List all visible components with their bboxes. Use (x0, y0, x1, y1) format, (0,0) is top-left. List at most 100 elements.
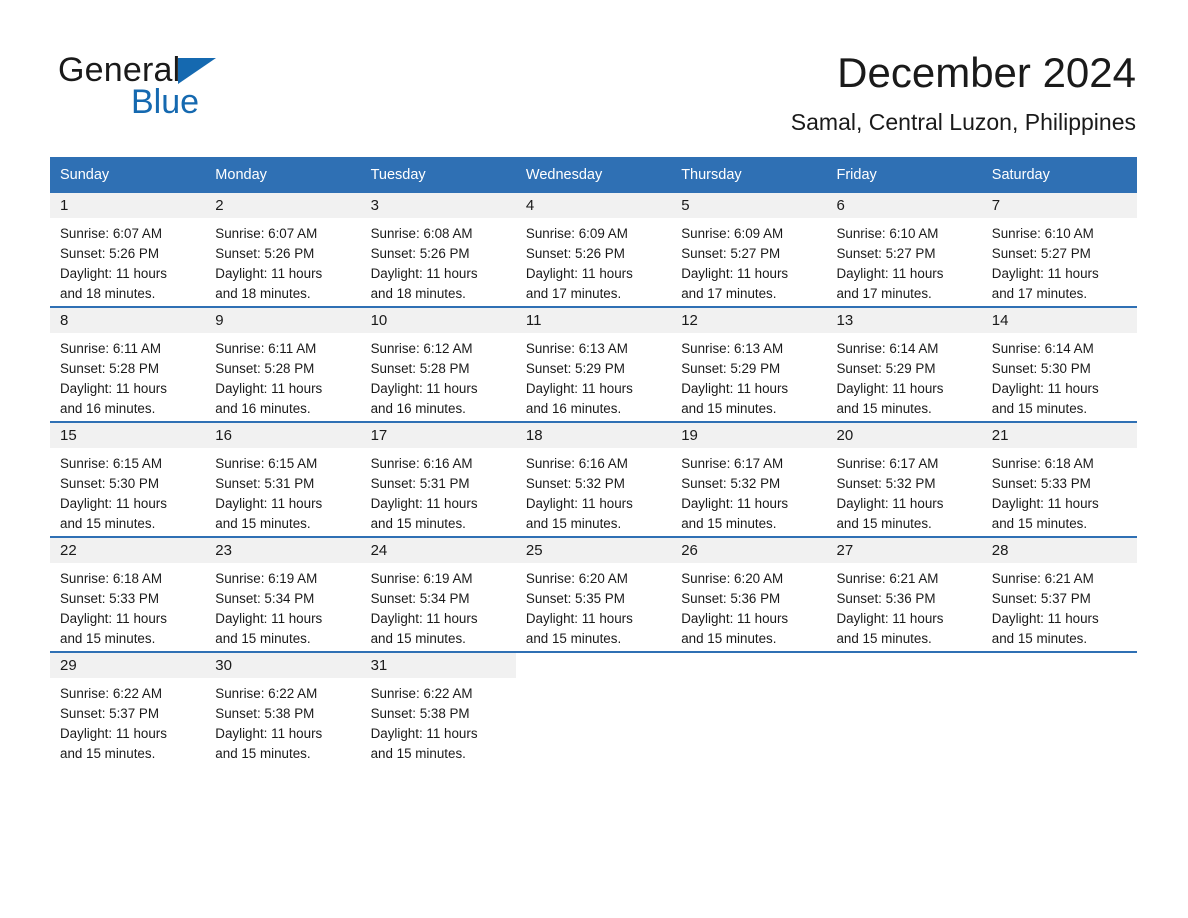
day-cell[interactable]: 30 Sunrise: 6:22 AM Sunset: 5:38 PM Dayl… (205, 651, 361, 766)
day-cell[interactable]: 5 Sunrise: 6:09 AM Sunset: 5:27 PM Dayli… (671, 193, 827, 307)
sunrise-text: Sunrise: 6:22 AM (215, 686, 318, 701)
sunrise-text: Sunrise: 6:10 AM (991, 226, 1094, 241)
day-number: 11 (525, 312, 542, 329)
day-cell[interactable]: 7 Sunrise: 6:10 AM Sunset: 5:27 PM Dayli… (981, 193, 1138, 307)
sunrise-text: Sunrise: 6:18 AM (60, 571, 162, 586)
page-title: December 2024 (837, 49, 1136, 96)
day-cell[interactable]: 4 Sunrise: 6:09 AM Sunset: 5:26 PM Dayli… (515, 193, 672, 307)
day-cell[interactable]: 13 Sunrise: 6:14 AM Sunset: 5:29 PM Dayl… (826, 306, 982, 422)
sunset-text: Sunset: 5:28 PM (215, 361, 315, 376)
sunrise-text: Sunrise: 6:10 AM (836, 226, 939, 241)
daylight-text-line2: and 15 minutes. (836, 631, 932, 646)
weekday-header-tuesday: Tuesday (360, 157, 516, 193)
day-cell[interactable]: 24 Sunrise: 6:19 AM Sunset: 5:34 PM Dayl… (360, 536, 516, 652)
day-cell[interactable]: 18 Sunrise: 6:16 AM Sunset: 5:32 PM Dayl… (515, 421, 672, 537)
day-number: 31 (370, 657, 388, 674)
day-cell[interactable]: 23 Sunrise: 6:19 AM Sunset: 5:34 PM Dayl… (205, 536, 361, 652)
day-cell[interactable]: 3 Sunrise: 6:08 AM Sunset: 5:26 PM Dayli… (360, 193, 516, 307)
weekday-header-saturday: Saturday (981, 157, 1138, 193)
sunset-text: Sunset: 5:26 PM (370, 246, 470, 261)
daylight-text-line1: Daylight: 11 hours (991, 266, 1099, 281)
week-row: 1 Sunrise: 6:07 AM Sunset: 5:26 PM Dayli… (50, 193, 1138, 307)
daylight-text-line1: Daylight: 11 hours (370, 726, 478, 741)
day-cell[interactable]: 25 Sunrise: 6:20 AM Sunset: 5:35 PM Dayl… (515, 536, 672, 652)
sunset-text: Sunset: 5:36 PM (681, 591, 781, 606)
day-number: 3 (370, 197, 379, 214)
sunset-text: Sunset: 5:29 PM (836, 361, 936, 376)
day-number: 13 (836, 312, 854, 329)
sunrise-text: Sunrise: 6:22 AM (370, 686, 473, 701)
daylight-text-line2: and 15 minutes. (681, 516, 777, 531)
day-number: 9 (215, 312, 224, 329)
daylight-text-line1: Daylight: 11 hours (370, 496, 478, 511)
day-number: 24 (370, 542, 388, 559)
day-cell[interactable]: 21 Sunrise: 6:18 AM Sunset: 5:33 PM Dayl… (981, 421, 1138, 537)
daylight-text-line1: Daylight: 11 hours (60, 266, 167, 281)
day-cell[interactable]: 2 Sunrise: 6:07 AM Sunset: 5:26 PM Dayli… (205, 193, 361, 307)
day-number: 5 (681, 197, 690, 214)
day-cell[interactable]: 16 Sunrise: 6:15 AM Sunset: 5:31 PM Dayl… (205, 421, 361, 537)
daylight-text-line2: and 18 minutes. (60, 286, 156, 301)
sunset-text: Sunset: 5:28 PM (60, 361, 159, 376)
sunrise-text: Sunrise: 6:09 AM (525, 226, 628, 241)
day-cell[interactable]: 9 Sunrise: 6:11 AM Sunset: 5:28 PM Dayli… (205, 306, 361, 422)
day-cell[interactable]: 26 Sunrise: 6:20 AM Sunset: 5:36 PM Dayl… (671, 536, 827, 652)
day-cell[interactable]: 31 Sunrise: 6:22 AM Sunset: 5:38 PM Dayl… (360, 651, 516, 766)
sunrise-text: Sunrise: 6:20 AM (525, 571, 628, 586)
daylight-text-line2: and 17 minutes. (836, 286, 932, 301)
day-number: 21 (991, 427, 1009, 444)
day-cell[interactable]: 10 Sunrise: 6:12 AM Sunset: 5:28 PM Dayl… (360, 306, 516, 422)
weekday-header-wednesday: Wednesday (515, 157, 672, 193)
day-cell[interactable]: 29 Sunrise: 6:22 AM Sunset: 5:37 PM Dayl… (50, 651, 206, 766)
day-cell[interactable]: 15 Sunrise: 6:15 AM Sunset: 5:30 PM Dayl… (50, 421, 206, 537)
day-number: 15 (60, 427, 77, 444)
sunrise-text: Sunrise: 6:11 AM (60, 341, 161, 356)
daylight-text-line2: and 16 minutes. (370, 401, 466, 416)
day-number: 7 (991, 197, 1001, 214)
day-cell[interactable]: 20 Sunrise: 6:17 AM Sunset: 5:32 PM Dayl… (826, 421, 982, 537)
day-cell[interactable]: 12 Sunrise: 6:13 AM Sunset: 5:29 PM Dayl… (671, 306, 827, 422)
daylight-text-line1: Daylight: 11 hours (836, 266, 944, 281)
sunrise-text: Sunrise: 6:15 AM (60, 456, 162, 471)
daylight-text-line2: and 16 minutes. (215, 401, 311, 416)
daylight-text-line2: and 15 minutes. (681, 631, 777, 646)
day-cell-empty (981, 651, 1138, 766)
daylight-text-line2: and 15 minutes. (991, 401, 1088, 416)
daylight-text-line1: Daylight: 11 hours (215, 611, 323, 626)
daylight-text-line1: Daylight: 11 hours (681, 266, 789, 281)
sunrise-text: Sunrise: 6:22 AM (60, 686, 162, 701)
day-cell[interactable]: 1 Sunrise: 6:07 AM Sunset: 5:26 PM Dayli… (50, 193, 206, 307)
day-cell-empty (826, 651, 982, 766)
day-cell-empty (515, 651, 672, 766)
title-block: December 2024 Samal, Central Luzon, Phil… (791, 48, 1136, 136)
day-cell[interactable]: 28 Sunrise: 6:21 AM Sunset: 5:37 PM Dayl… (981, 536, 1138, 652)
day-cell[interactable]: 19 Sunrise: 6:17 AM Sunset: 5:32 PM Dayl… (671, 421, 827, 537)
day-number: 20 (836, 427, 854, 444)
day-cell[interactable]: 6 Sunrise: 6:10 AM Sunset: 5:27 PM Dayli… (826, 193, 982, 307)
day-number: 16 (215, 427, 232, 444)
logo-triangle-icon (178, 58, 217, 84)
sunrise-text: Sunrise: 6:16 AM (370, 456, 473, 471)
weekday-header-sunday: Sunday (50, 157, 206, 193)
day-cell[interactable]: 27 Sunrise: 6:21 AM Sunset: 5:36 PM Dayl… (826, 536, 982, 652)
generalblue-logo[interactable]: General Blue (58, 52, 318, 124)
day-number: 23 (215, 542, 232, 559)
day-number: 10 (370, 312, 388, 329)
daylight-text-line1: Daylight: 11 hours (525, 496, 633, 511)
daylight-text-line1: Daylight: 11 hours (836, 496, 944, 511)
sunrise-text: Sunrise: 6:13 AM (681, 341, 784, 356)
sunset-text: Sunset: 5:33 PM (60, 591, 159, 606)
sunset-text: Sunset: 5:26 PM (60, 246, 159, 261)
daylight-text-line2: and 16 minutes. (60, 401, 156, 416)
daylight-text-line1: Daylight: 11 hours (215, 266, 323, 281)
day-cell[interactable]: 22 Sunrise: 6:18 AM Sunset: 5:33 PM Dayl… (50, 536, 206, 652)
day-number: 6 (836, 197, 845, 214)
day-cell[interactable]: 17 Sunrise: 6:16 AM Sunset: 5:31 PM Dayl… (360, 421, 516, 537)
week-row: 8 Sunrise: 6:11 AM Sunset: 5:28 PM Dayli… (50, 306, 1138, 422)
day-cell[interactable]: 14 Sunrise: 6:14 AM Sunset: 5:30 PM Dayl… (981, 306, 1138, 422)
day-cell[interactable]: 11 Sunrise: 6:13 AM Sunset: 5:29 PM Dayl… (515, 306, 672, 422)
daylight-text-line1: Daylight: 11 hours (215, 496, 323, 511)
daylight-text-line1: Daylight: 11 hours (836, 381, 944, 396)
location-subtitle: Samal, Central Luzon, Philippines (790, 109, 1136, 135)
day-cell[interactable]: 8 Sunrise: 6:11 AM Sunset: 5:28 PM Dayli… (50, 306, 206, 422)
